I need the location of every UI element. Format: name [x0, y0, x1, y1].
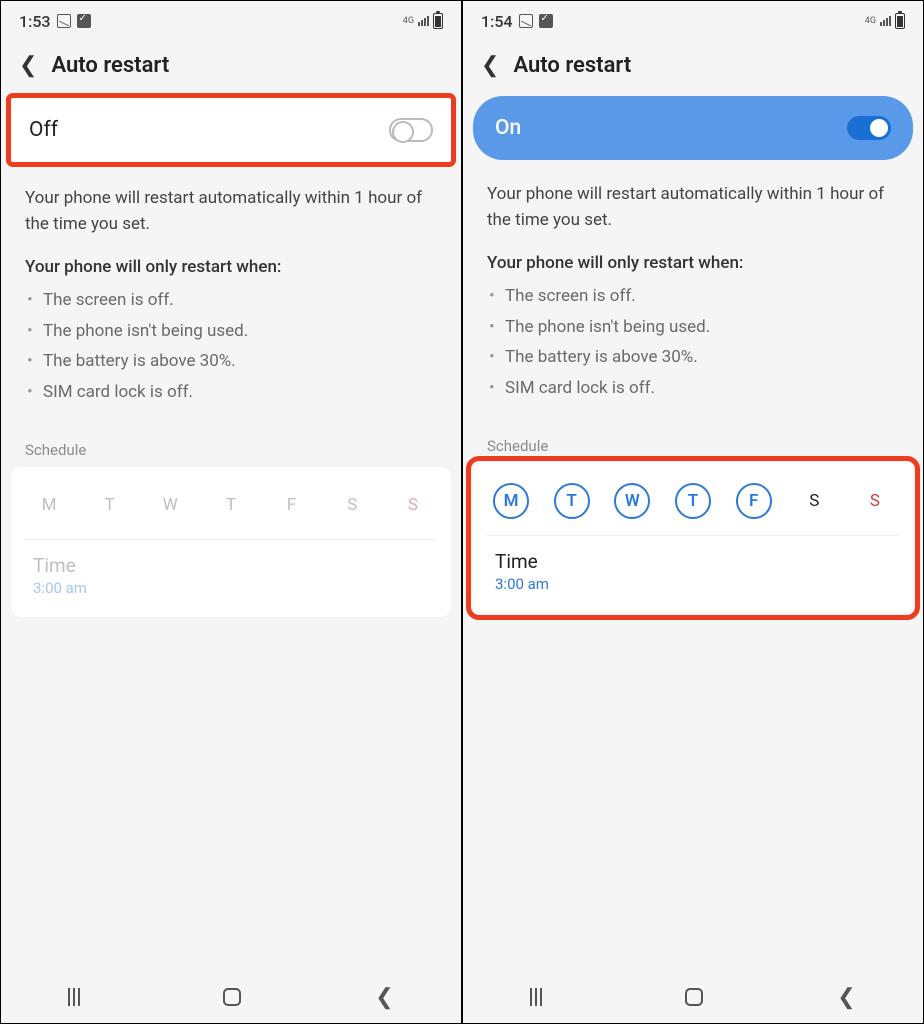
condition-item: The battery is above 30%. — [43, 346, 437, 377]
time-value: 3:00 am — [495, 575, 891, 593]
day-wed[interactable]: W — [614, 483, 650, 519]
days-row: M T W T F S S — [25, 485, 437, 540]
page-title: Auto restart — [513, 53, 631, 78]
schedule-card: M T W T F S S Time 3:00 am — [473, 463, 913, 613]
toggle-switch[interactable] — [389, 118, 433, 142]
toggle-label: On — [495, 116, 521, 140]
signal-icon — [880, 16, 891, 26]
day-sat[interactable]: S — [796, 483, 832, 519]
header: ❮ Auto restart — [463, 41, 923, 96]
toggle-switch[interactable] — [847, 116, 891, 140]
condition-item: The screen is off. — [43, 285, 437, 316]
condition-item: The phone isn't being used. — [505, 312, 899, 343]
condition-item: The phone isn't being used. — [43, 316, 437, 347]
time-label: Time — [33, 554, 429, 577]
time-row[interactable]: Time 3:00 am — [25, 540, 437, 599]
schedule-card: M T W T F S S Time 3:00 am — [11, 467, 451, 617]
back-button[interactable]: ❮ — [19, 55, 37, 77]
status-time: 1:54 — [481, 12, 513, 31]
nav-back-button[interactable]: ❮ — [375, 985, 393, 1010]
image-notification-icon — [57, 14, 71, 28]
nav-home-button[interactable] — [223, 988, 241, 1006]
toggle-label: Off — [29, 118, 58, 142]
screen-left: 1:53 4G ❮ Auto restart Off Your phone wi… — [0, 0, 462, 1024]
status-bar: 1:54 4G — [463, 1, 923, 41]
time-label: Time — [495, 550, 891, 573]
days-row: M T W T F S S — [487, 481, 899, 536]
page-title: Auto restart — [51, 53, 169, 78]
condition-item: The battery is above 30%. — [505, 342, 899, 373]
check-notification-icon — [539, 14, 553, 28]
image-notification-icon — [519, 14, 533, 28]
condition-item: SIM card lock is off. — [505, 373, 899, 404]
battery-icon — [895, 13, 905, 29]
header: ❮ Auto restart — [1, 41, 461, 96]
master-toggle-row[interactable]: On — [473, 96, 913, 160]
nav-bar: ❮ — [1, 971, 461, 1023]
day-fri[interactable]: F — [274, 487, 310, 523]
network-type-icon: 4G — [403, 17, 414, 25]
conditions-list: The screen is off. The phone isn't being… — [463, 281, 923, 421]
day-thu[interactable]: T — [213, 487, 249, 523]
conditions-heading: Your phone will only restart when: — [463, 243, 923, 281]
day-tue[interactable]: T — [554, 483, 590, 519]
day-sun[interactable]: S — [395, 487, 431, 523]
back-button[interactable]: ❮ — [481, 55, 499, 77]
battery-icon — [433, 13, 443, 29]
day-sun[interactable]: S — [857, 483, 893, 519]
signal-icon — [418, 16, 429, 26]
day-wed[interactable]: W — [152, 487, 188, 523]
nav-recents-button[interactable] — [68, 988, 88, 1006]
nav-home-button[interactable] — [685, 988, 703, 1006]
master-toggle-row[interactable]: Off — [9, 96, 453, 164]
screen-right: 1:54 4G ❮ Auto restart On Your phone wil… — [462, 0, 924, 1024]
day-fri[interactable]: F — [736, 483, 772, 519]
conditions-heading: Your phone will only restart when: — [1, 247, 461, 285]
time-row[interactable]: Time 3:00 am — [487, 536, 899, 595]
status-bar: 1:53 4G — [1, 1, 461, 41]
conditions-list: The screen is off. The phone isn't being… — [1, 285, 461, 425]
time-value: 3:00 am — [33, 579, 429, 597]
nav-bar: ❮ — [463, 971, 923, 1023]
day-mon[interactable]: M — [493, 483, 529, 519]
day-mon[interactable]: M — [31, 487, 67, 523]
day-tue[interactable]: T — [92, 487, 128, 523]
nav-back-button[interactable]: ❮ — [837, 985, 855, 1010]
check-notification-icon — [77, 14, 91, 28]
condition-item: The screen is off. — [505, 281, 899, 312]
day-thu[interactable]: T — [675, 483, 711, 519]
condition-item: SIM card lock is off. — [43, 377, 437, 408]
nav-recents-button[interactable] — [530, 988, 550, 1006]
day-sat[interactable]: S — [334, 487, 370, 523]
schedule-section-label: Schedule — [1, 425, 461, 467]
schedule-section-label: Schedule — [463, 421, 923, 463]
description-text: Your phone will restart automatically wi… — [463, 160, 923, 243]
description-text: Your phone will restart automatically wi… — [1, 164, 461, 247]
status-time: 1:53 — [19, 12, 51, 31]
network-type-icon: 4G — [865, 17, 876, 25]
